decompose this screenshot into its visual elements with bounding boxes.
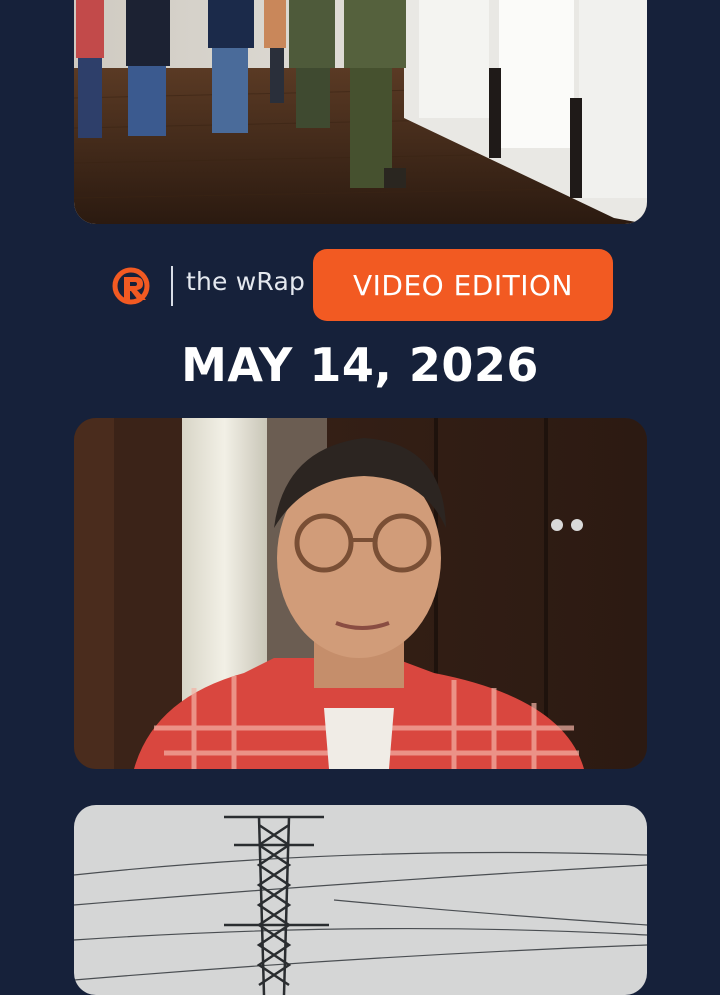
rappler-logo-icon [112, 267, 150, 305]
video-thumbnail-soldiers[interactable] [74, 0, 647, 224]
video-edition-badge: VIDEO EDITION [313, 249, 613, 321]
brand-header: the wRap VIDEO EDITION [0, 249, 720, 321]
power-tower-image [74, 805, 647, 995]
show-name: the wRap [186, 267, 306, 296]
edition-date: MAY 14, 2026 [181, 338, 539, 392]
video-thumbnail-power-tower[interactable] [74, 805, 647, 995]
video-thumbnail-speaker[interactable] [74, 418, 647, 769]
speaker-video-image [74, 418, 647, 769]
soldiers-hallway-image [74, 0, 647, 224]
brand-separator [171, 266, 173, 306]
